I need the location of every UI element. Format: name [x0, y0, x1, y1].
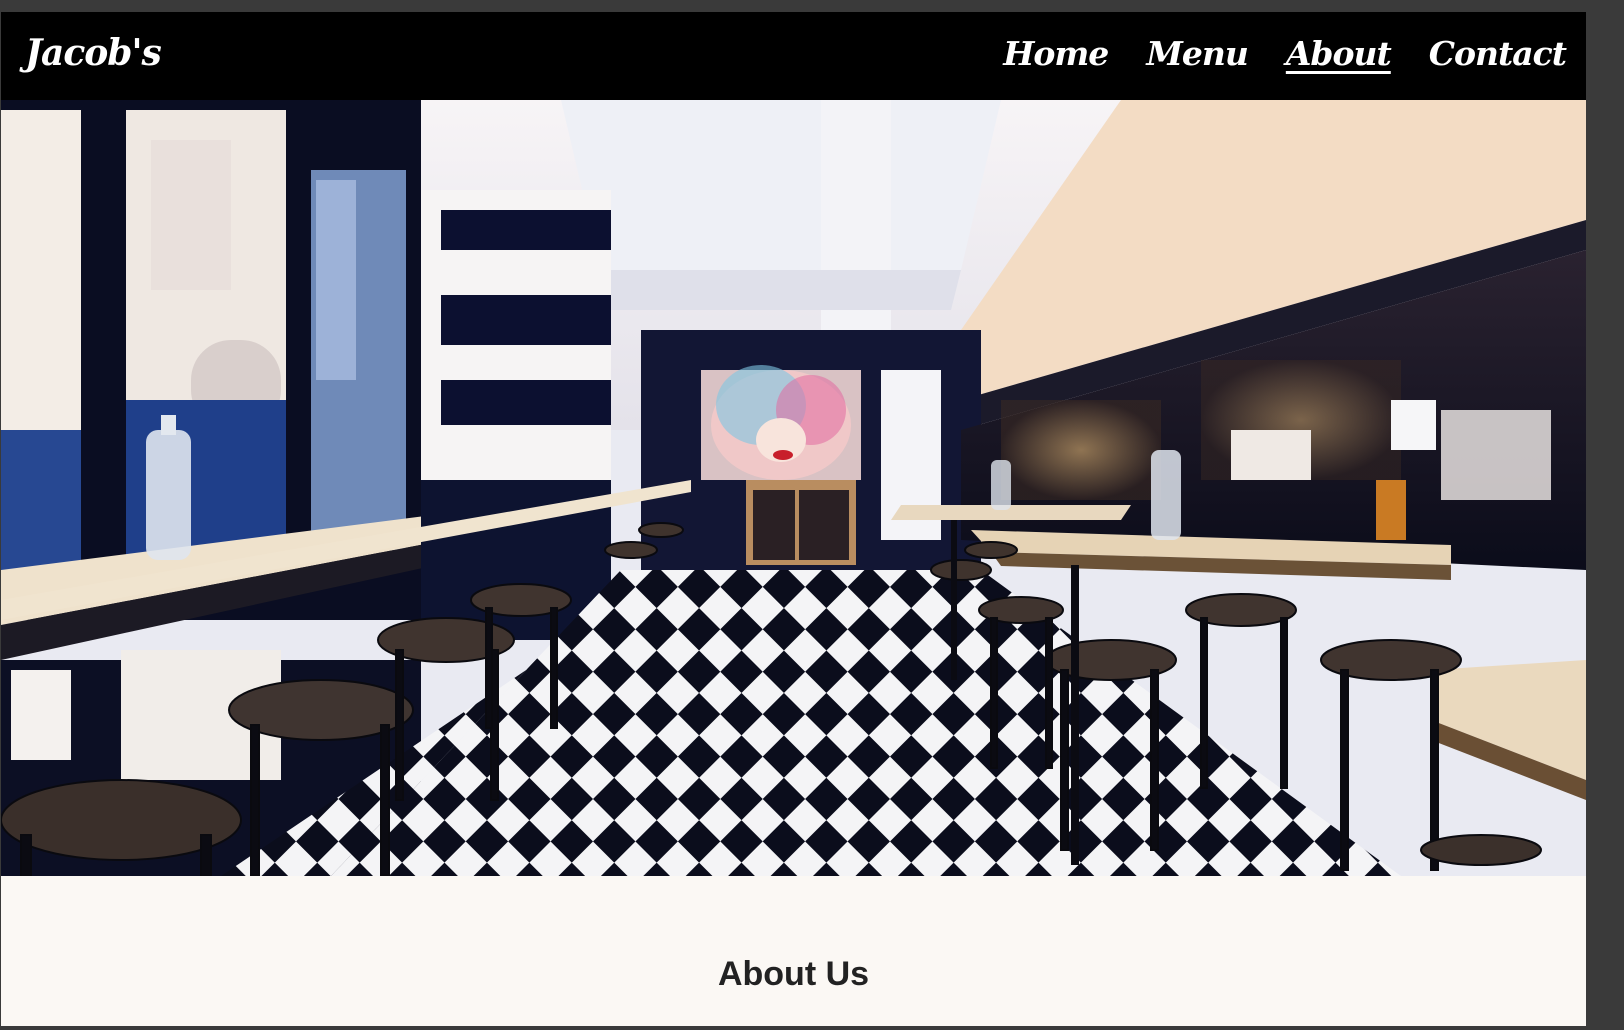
top-navbar: Jacob's Home Menu About Contact	[1, 12, 1586, 100]
nav-link-contact[interactable]: Contact	[1429, 34, 1567, 73]
web-page: Jacob's Home Menu About Contact About Us	[1, 12, 1586, 1026]
nav-link-home[interactable]: Home	[1003, 34, 1109, 73]
screen-frame: Jacob's Home Menu About Contact About Us	[0, 0, 1624, 1030]
about-heading: About Us	[717, 954, 870, 993]
nav-link-about[interactable]: About	[1286, 34, 1392, 73]
nav-links: Home Menu About Contact	[1003, 34, 1567, 73]
about-section: About Us	[1, 876, 1586, 1026]
diner-interior-photo	[1, 100, 1586, 876]
nav-link-menu[interactable]: Menu	[1146, 34, 1249, 73]
brand-logo[interactable]: Jacob's	[25, 32, 162, 74]
hero-image	[1, 100, 1586, 876]
